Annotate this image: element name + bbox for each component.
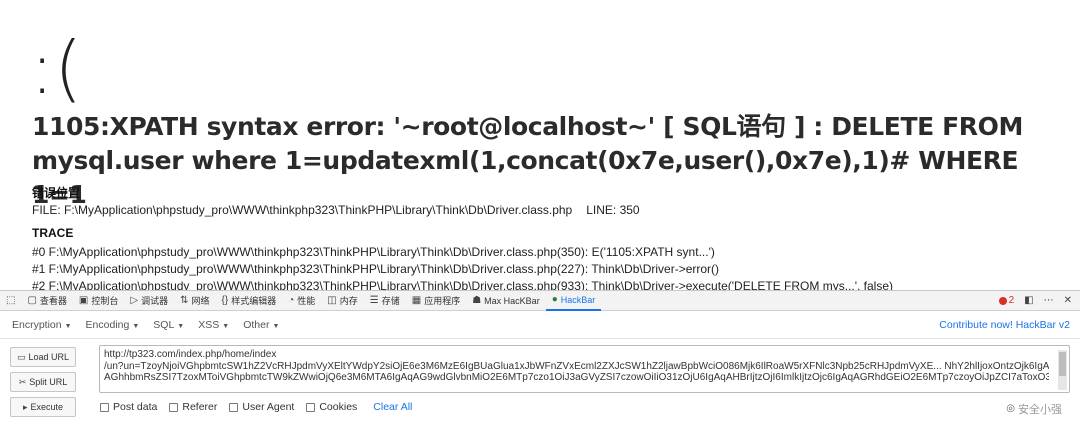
error-page: :( 1105:XPATH syntax error: '~root@local… [0,0,1080,290]
menu-sql[interactable]: SQL ▼ [153,319,184,331]
menu-other[interactable]: Other ▼ [243,319,279,331]
hackbar-menu: Encryption ▼ Encoding ▼ SQL ▼ XSS ▼ Other ▼ C… [0,311,1080,339]
url-input[interactable]: http://tp323.com/index.php/home/index /u… [99,345,1070,393]
url-scrollbar[interactable] [1058,350,1067,390]
trace-title: TRACE [32,226,74,240]
hackbar-icon: ● [551,293,558,305]
devtools-panel: ⬚ ▢ 查看器 ▣ 控制台 ▷ 调试器 ⇅ 网络 {} 样式编辑器 ◔ 性能 ◫ 内存 ☰ 存储… [0,290,1080,427]
post-data-option[interactable]: Post data [100,401,157,413]
more-options-icon[interactable]: ⋯ [1044,295,1054,306]
referer-checkbox[interactable] [169,402,179,412]
error-icon [998,296,1007,305]
tab-hackbar[interactable]: ● HackBar [545,291,602,311]
scrollbar-thumb[interactable] [1059,352,1066,376]
console-icon: ▣ [78,294,89,306]
contribute-link[interactable]: Contribute now! HackBar v2 [939,319,1070,331]
trace-line: #2 F:\MyApplication\phpstudy_pro\WWW\thi… [32,279,893,290]
user-agent-option[interactable]: User Agent [229,401,294,413]
referer-option[interactable]: Referer [169,401,217,413]
error-count-badge[interactable]: 2 [998,295,1014,306]
tab-style-editor[interactable]: {} 样式编辑器 [216,291,283,311]
chevron-down-icon: ▼ [222,322,230,330]
options-row: Post data Referer User Agent Cookies Cle… [100,401,412,413]
error-message: 1105:XPATH syntax error: '~root@localhos… [32,112,1023,209]
chevron-down-icon: ▼ [64,322,72,330]
url-line: /un?un=TzoyNjoiVGhpbmtcSW1hZ2VcRHJpdmVyX… [104,360,1049,372]
execute-button[interactable]: ▸ Execute [10,397,76,417]
menu-xss[interactable]: XSS ▼ [198,319,229,331]
sad-face: :( [30,26,83,110]
tab-storage[interactable]: ☰ 存储 [364,291,406,311]
load-icon: ▭ [16,352,26,362]
tab-memory[interactable]: ◫ 内存 [321,291,363,311]
load-url-button[interactable]: ▭ Load URL [10,347,76,367]
style-editor-icon: {} [221,294,229,306]
dock-icon[interactable]: ◧ [1024,295,1033,306]
watermark: ◎ 安全小强 [1006,403,1062,417]
tab-inspector[interactable]: ▢ 查看器 [21,291,72,311]
tab-application[interactable]: ▦ 应用程序 [406,291,466,311]
split-url-button[interactable]: ✂ Split URL [10,372,76,392]
application-icon: ▦ [411,294,422,306]
menu-encoding[interactable]: Encoding ▼ [86,319,140,331]
debugger-icon: ▷ [130,294,139,306]
clear-all-link[interactable]: Clear All [373,401,412,413]
memory-icon: ◫ [327,294,337,306]
tab-network[interactable]: ⇅ 网络 [174,291,215,311]
devtools-right-controls: 2 ◧ ⋯ ✕ [998,295,1080,306]
trace-line: #0 F:\MyApplication\phpstudy_pro\WWW\thi… [32,245,715,259]
storage-icon: ☰ [369,294,379,306]
cookies-checkbox[interactable] [306,402,316,412]
line-number: LINE: 350 [586,203,640,217]
max-hackbar-icon: ☗ [472,294,482,306]
split-icon: ✂ [18,377,27,387]
url-line: http://tp323.com/index.php/home/index [104,349,277,360]
file-line: FILE: F:\MyApplication\phpstudy_pro\WWW\… [32,203,640,217]
cookies-option[interactable]: Cookies [306,401,357,413]
chevron-down-icon: ▼ [272,322,280,330]
tab-debugger[interactable]: ▷ 调试器 [124,291,174,311]
close-icon[interactable]: ✕ [1064,295,1072,306]
performance-icon: ◔ [288,294,295,306]
tab-console[interactable]: ▣ 控制台 [73,291,124,311]
file-path: FILE: F:\MyApplication\phpstudy_pro\WWW\… [32,203,573,217]
chevron-down-icon: ▼ [177,322,185,330]
chevron-down-icon: ▼ [132,322,140,330]
tab-performance[interactable]: ◔ 性能 [282,291,321,311]
devtools-toolbar: ⬚ ▢ 查看器 ▣ 控制台 ▷ 调试器 ⇅ 网络 {} 样式编辑器 ◔ 性能 ◫ 内存 ☰ 存储… [0,291,1080,311]
url-line: AGhhbmRsZSI7TzoxMToiVGhpbmtcTW9kZWwiOjQ6… [104,372,1049,383]
trace-line: #1 F:\MyApplication\phpstudy_pro\WWW\thi… [32,262,720,276]
network-icon: ⇅ [180,294,189,306]
play-icon: ▸ [22,402,28,412]
pick-element-icon: ⬚ [6,294,16,306]
menu-encryption[interactable]: Encryption ▼ [12,319,72,331]
inspector-icon: ▢ [27,294,37,306]
tab-max-hackbar[interactable]: ☗ Max HacKBar [466,291,546,311]
hackbar-body: ▭ Load URL ✂ Split URL ▸ Execute http://tp3… [0,339,1080,427]
pick-element-button[interactable]: ⬚ [0,291,21,311]
location-title: 错误位置 [32,186,81,200]
post-data-checkbox[interactable] [100,402,109,412]
wechat-icon: ◎ [1006,403,1015,414]
user-agent-checkbox[interactable] [229,402,239,412]
